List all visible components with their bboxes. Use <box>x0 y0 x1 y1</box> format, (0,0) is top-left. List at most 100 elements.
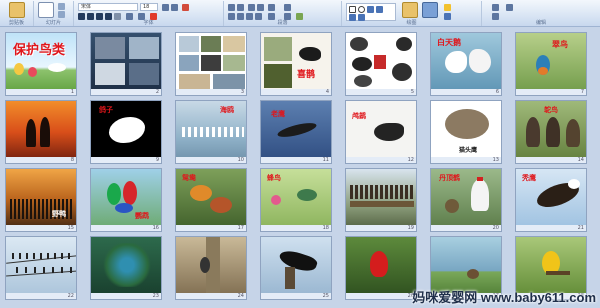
mandarin-duck-icon <box>190 185 212 201</box>
slide-thumbnail[interactable]: 鸳鸯 17 <box>175 168 247 232</box>
slide-thumbnail[interactable]: 26 <box>345 236 417 300</box>
slide-title: 鸬鹚 <box>352 112 366 120</box>
slide-title: 野鸭 <box>52 210 66 218</box>
slide-footer: 10 <box>176 157 246 163</box>
mandarin-duck-icon <box>210 197 232 213</box>
shape-fill-icon[interactable] <box>444 4 451 11</box>
slide-thumbnail[interactable]: 猫头鹰 13 <box>430 100 502 164</box>
oval-shape-icon[interactable] <box>358 6 365 13</box>
slide-footer: 20 <box>431 225 501 231</box>
slide-number: 14 <box>577 157 584 163</box>
slide-thumbnail[interactable]: 鸽子 9 <box>90 100 162 164</box>
cloud-icon <box>48 63 66 72</box>
slide-thumbnail[interactable]: 秃鹰 21 <box>515 168 587 232</box>
ostrich-icon <box>546 117 560 147</box>
arrange-icon[interactable] <box>402 2 418 18</box>
slide-number: 15 <box>67 225 74 231</box>
font-family-select[interactable]: 宋体 <box>78 3 138 11</box>
slide-thumbnail[interactable]: 野鸭 15 <box>5 168 77 232</box>
slide-number: 25 <box>322 293 329 299</box>
slide-thumbnail[interactable]: 老鹰 11 <box>260 100 332 164</box>
slide-thumbnail[interactable]: 喜鹊 4 <box>260 32 332 96</box>
crane-silhouette-icon <box>40 117 50 147</box>
text-direction-icon[interactable] <box>284 4 291 11</box>
swan-icon <box>445 51 467 73</box>
slide-thumbnail[interactable]: 24 <box>175 236 247 300</box>
sparrow-icon <box>467 269 479 279</box>
slide-thumbnail[interactable]: 22 <box>5 236 77 300</box>
slide-title: 保护鸟类 <box>13 43 66 58</box>
slide-thumbnail[interactable]: 翠鸟 7 <box>515 32 587 96</box>
font-size-select[interactable]: 18 <box>140 3 158 11</box>
ribbon-group-paragraph: 段落 <box>224 1 342 26</box>
slide-thumbnail[interactable]: 鹦鹉 16 <box>90 168 162 232</box>
slide-title: 白天鹅 <box>437 38 461 47</box>
slide-number: 13 <box>492 157 499 163</box>
slide-title: 丹顶鹤 <box>439 174 460 182</box>
bird-icon <box>392 63 412 81</box>
slide-footer: 17 <box>176 225 246 231</box>
line-shape-icon[interactable] <box>376 6 383 13</box>
select-icon[interactable] <box>506 4 513 11</box>
slide-thumbnail[interactable]: 白天鹅 6 <box>430 32 502 96</box>
slide-number: 4 <box>325 89 329 95</box>
ribbon: 剪贴板 幻灯片 宋体 18 字体 段落 绘图 编辑 <box>0 0 600 27</box>
slide-number: 21 <box>577 225 584 231</box>
grow-font-icon[interactable] <box>162 4 169 11</box>
slide-number: 8 <box>70 157 74 163</box>
ostrich-icon <box>526 117 540 147</box>
slide-footer: 9 <box>91 157 161 163</box>
slide-footer: 13 <box>431 157 501 163</box>
find-icon[interactable] <box>492 4 499 11</box>
slide-title: 鸵鸟 <box>544 106 558 114</box>
arrow-shape-icon[interactable] <box>367 6 374 13</box>
photo-icon <box>179 74 210 90</box>
slide-thumbnail[interactable]: 25 <box>260 236 332 300</box>
slide-footer: 2 <box>91 89 161 95</box>
slide-thumbnail[interactable]: 鸵鸟 14 <box>515 100 587 164</box>
decrease-indent-icon[interactable] <box>248 4 255 11</box>
cardinal-icon <box>370 251 388 277</box>
magpie-icon <box>277 247 319 275</box>
slide-thumbnail[interactable]: 2 <box>90 32 162 96</box>
slide-number: 2 <box>155 89 159 95</box>
slide-thumbnail[interactable]: 保护鸟类 1 <box>5 32 77 96</box>
paste-icon[interactable] <box>9 2 25 18</box>
photo-icon <box>129 63 159 85</box>
slide-thumbnail[interactable]: 鸬鹚 12 <box>345 100 417 164</box>
numbering-icon[interactable] <box>237 4 244 11</box>
ribbon-group-clipboard: 剪贴板 <box>0 1 34 26</box>
quick-styles-icon[interactable] <box>422 2 438 18</box>
slide-footer: 19 <box>346 225 416 231</box>
slide-thumbnail[interactable]: 蜂鸟 18 <box>260 168 332 232</box>
reset-icon[interactable] <box>58 11 65 18</box>
slide-thumbnail[interactable]: 丹顶鹤 20 <box>430 168 502 232</box>
ribbon-group-label: 字体 <box>143 20 154 26</box>
slide-thumbnail[interactable]: 19 <box>345 168 417 232</box>
parrot-wing-icon <box>115 203 133 213</box>
ribbon-group-drawing: 绘图 <box>342 1 482 26</box>
rectangle-shape-icon[interactable] <box>349 6 356 13</box>
slide-number: 10 <box>237 157 244 163</box>
bird-icon <box>354 75 372 87</box>
slide-footer: 11 <box>261 157 331 163</box>
slide-thumbnail[interactable]: 5 <box>345 32 417 96</box>
clear-format-icon[interactable] <box>182 4 189 11</box>
layout-icon[interactable] <box>58 3 65 10</box>
new-slide-icon[interactable] <box>38 2 54 18</box>
slide-footer: 6 <box>431 89 501 95</box>
ribbon-group-font: 宋体 18 字体 <box>74 1 224 26</box>
shrink-font-icon[interactable] <box>171 4 178 11</box>
eagle-icon <box>276 120 318 140</box>
photo-icon <box>179 36 199 52</box>
slide-title: 海鸥 <box>220 106 234 114</box>
slide-thumbnail[interactable]: 3 <box>175 32 247 96</box>
post-icon <box>285 267 295 289</box>
increase-indent-icon[interactable] <box>257 4 264 11</box>
line-spacing-icon[interactable] <box>268 4 275 11</box>
slide-footer: 5 <box>346 89 416 95</box>
slide-thumbnail[interactable]: 8 <box>5 100 77 164</box>
slide-thumbnail[interactable]: 海鸥 10 <box>175 100 247 164</box>
bullets-icon[interactable] <box>228 4 235 11</box>
slide-thumbnail[interactable]: 23 <box>90 236 162 300</box>
